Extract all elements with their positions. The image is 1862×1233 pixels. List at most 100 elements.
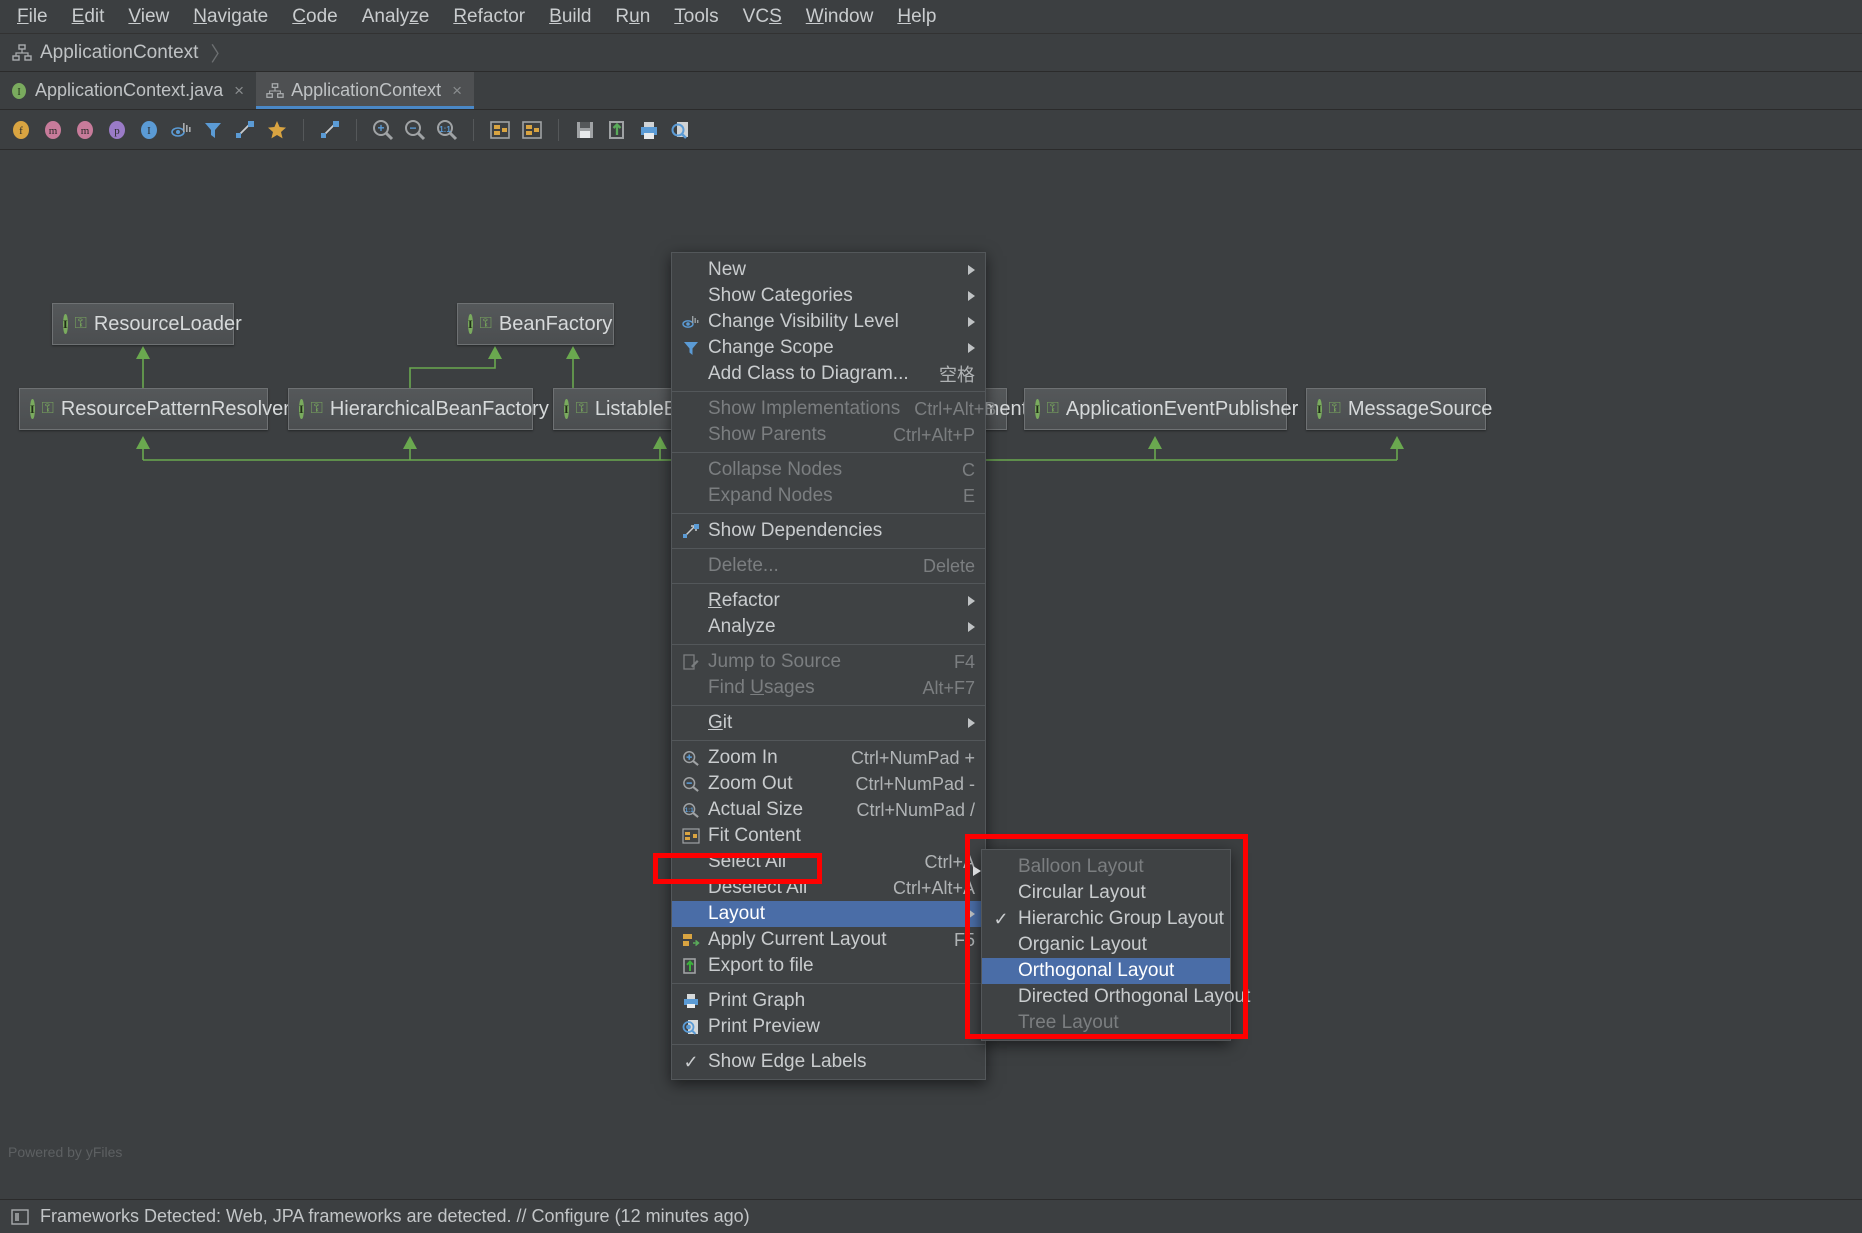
editor-tab-0[interactable]: I ApplicationContext.java × (0, 72, 256, 109)
print-preview-button[interactable] (668, 117, 694, 143)
menubar-item-code[interactable]: Code (281, 4, 348, 29)
print-graph-button[interactable] (636, 117, 662, 143)
show-methods-button[interactable]: m (72, 117, 98, 143)
layout-submenu[interactable]: Balloon Layout Circular Layout ✓ Hierarchic… (981, 849, 1250, 1041)
menubar-item-file[interactable]: File (6, 4, 59, 29)
menubar-item-build[interactable]: Build (538, 4, 602, 29)
no-icon (680, 714, 702, 732)
context-menu-item-apply-current-layout[interactable]: Apply Current Layout F5 (672, 927, 985, 953)
context-menu-item-fit-content[interactable]: Fit Content (672, 823, 985, 849)
context-menu-item-label: Delete... (708, 555, 779, 576)
menubar-item-analyze[interactable]: Analyze (351, 4, 441, 29)
mouse-cursor (973, 866, 981, 876)
context-menu-item-new[interactable]: New (672, 257, 985, 283)
close-icon[interactable]: × (452, 81, 462, 101)
diagram-node[interactable]: I ⚿ ResourceLoader (52, 303, 242, 345)
context-menu-item-print-graph[interactable]: Print Graph (672, 988, 985, 1014)
context-menu-item-change-scope[interactable]: Change Scope (672, 335, 985, 361)
apply-current-layout-button[interactable] (519, 117, 545, 143)
context-menu-item-analyze[interactable]: Analyze (672, 614, 985, 640)
context-menu-item-change-visibility-level[interactable]: Change Visibility Level (672, 309, 985, 335)
context-menu-item-find-usages: Find Usages Alt+F7 (672, 675, 985, 701)
export-to-file-button[interactable] (604, 117, 630, 143)
layout-submenu-item-organic-layout[interactable]: Organic Layout (982, 932, 1230, 958)
chevron-right-icon (968, 317, 975, 327)
public-visibility-icon: ⚿ (1328, 400, 1341, 417)
breadcrumb-label[interactable]: ApplicationContext (40, 42, 198, 64)
change-scope-button[interactable] (200, 117, 226, 143)
context-menu-item-zoom-out[interactable]: Zoom Out Ctrl+NumPad - (672, 771, 985, 797)
no-icon (680, 679, 702, 697)
context-menu-item-shortcut: C (962, 459, 975, 480)
chevron-right-icon (968, 596, 975, 606)
show-constructors-button[interactable]: m (40, 117, 66, 143)
context-menu-item-show-categories[interactable]: Show Categories (672, 283, 985, 309)
show-categories-button[interactable] (264, 117, 290, 143)
menu-separator (672, 452, 985, 453)
layout-submenu-item-circular-layout[interactable]: Circular Layout (982, 880, 1230, 906)
context-menu-item-select-all[interactable]: Select All Ctrl+A (672, 849, 985, 875)
context-menu-item-deselect-all[interactable]: Deselect All Ctrl+Alt+A (672, 875, 985, 901)
context-menu-item-actual-size[interactable]: 1:1 Actual Size Ctrl+NumPad / (672, 797, 985, 823)
context-menu-item-git[interactable]: Git (672, 710, 985, 736)
diagram-node-label: BeanFactory (498, 312, 613, 335)
context-menu-item-export-to-file[interactable]: Export to file (672, 953, 985, 979)
menubar-item-tools[interactable]: Tools (663, 4, 729, 29)
menubar-item-edit[interactable]: Edit (61, 4, 116, 29)
toolbar-separator (473, 118, 474, 141)
layout-submenu-item-directed-orthogonal-layout[interactable]: Directed Orthogonal Layout (982, 984, 1250, 1010)
svg-text:I: I (17, 87, 20, 98)
diagram-node[interactable]: I ⚿ MessageSource (1306, 388, 1492, 430)
menu-bar: File Edit View Navigate Code Analyze Refactor B… (0, 0, 1862, 34)
context-menu-item-show-edge-labels[interactable]: ✓ Show Edge Labels (672, 1049, 985, 1075)
no-icon (680, 365, 702, 383)
layout-submenu-item-orthogonal-layout[interactable]: Orthogonal Layout (982, 958, 1230, 984)
diagram-context-menu[interactable]: New Show Categories Change Visibility Leve… (671, 252, 996, 1080)
close-icon[interactable]: × (234, 81, 244, 101)
context-menu-item-zoom-in[interactable]: Zoom In Ctrl+NumPad + (672, 745, 985, 771)
edges-button[interactable] (317, 117, 343, 143)
context-menu-item-shortcut: Ctrl+NumPad / (856, 799, 975, 820)
status-message[interactable]: Frameworks Detected: Web, JPA frameworks… (40, 1206, 750, 1227)
menubar-item-window[interactable]: Window (795, 4, 885, 29)
show-dependencies-button[interactable] (232, 117, 258, 143)
context-menu-item-refactor[interactable]: Refactor (672, 588, 985, 614)
diagram-node[interactable]: I ⚿ ApplicationEventPublisher (1024, 388, 1298, 430)
zoom-out-button[interactable]: − (402, 117, 428, 143)
context-menu-item-label: Change Scope (708, 337, 834, 358)
save-button[interactable] (572, 117, 598, 143)
context-menu-item-show-dependencies[interactable]: Show Dependencies (672, 518, 985, 544)
actual-size-icon: 1:1 (680, 801, 702, 819)
menubar-item-view[interactable]: View (117, 4, 180, 29)
diagram-node[interactable]: I ⚿ HierarchicalBeanFactory (288, 388, 549, 430)
editor-tab-1[interactable]: ApplicationContext × (256, 72, 475, 109)
show-inner-classes-button[interactable]: I (136, 117, 162, 143)
fit-content-button[interactable] (487, 117, 513, 143)
context-menu-item-add-class-to-diagram[interactable]: Add Class to Diagram... 空格 (672, 361, 985, 387)
change-visibility-level-button[interactable] (168, 117, 194, 143)
menu-separator (672, 705, 985, 706)
context-menu-item-layout[interactable]: Layout (672, 901, 985, 927)
zoom-in-button[interactable]: + (370, 117, 396, 143)
menubar-item-navigate[interactable]: Navigate (182, 4, 279, 29)
show-properties-button[interactable]: p (104, 117, 130, 143)
menubar-item-vcs[interactable]: VCS (732, 4, 793, 29)
menubar-item-run[interactable]: Run (604, 4, 661, 29)
zoom-out-icon (680, 775, 702, 793)
menu-separator (672, 983, 985, 984)
layout-submenu-item-label: Directed Orthogonal Layout (1018, 986, 1251, 1007)
menubar-item-help[interactable]: Help (886, 4, 947, 29)
actual-size-button[interactable]: 1:1 (434, 117, 460, 143)
layout-submenu-item-hierarchic-group-layout[interactable]: ✓ Hierarchic Group Layout (982, 906, 1230, 932)
svg-text:1:1: 1:1 (439, 125, 451, 134)
menubar-item-refactor[interactable]: Refactor (442, 4, 536, 29)
diagram-node-label: MessageSource (1347, 397, 1493, 420)
diagram-node[interactable]: I ⚿ ResourcePatternResolver (19, 388, 290, 430)
context-menu-item-print-preview[interactable]: Print Preview (672, 1014, 985, 1040)
no-icon (990, 962, 1012, 980)
svg-text:m: m (81, 125, 90, 137)
layout-submenu-item-label: Balloon Layout (1018, 856, 1144, 877)
diagram-node[interactable]: I ⚿ BeanFactory (457, 303, 614, 345)
show-fields-button[interactable]: f (8, 117, 34, 143)
context-menu-item-shortcut: F4 (953, 651, 975, 672)
